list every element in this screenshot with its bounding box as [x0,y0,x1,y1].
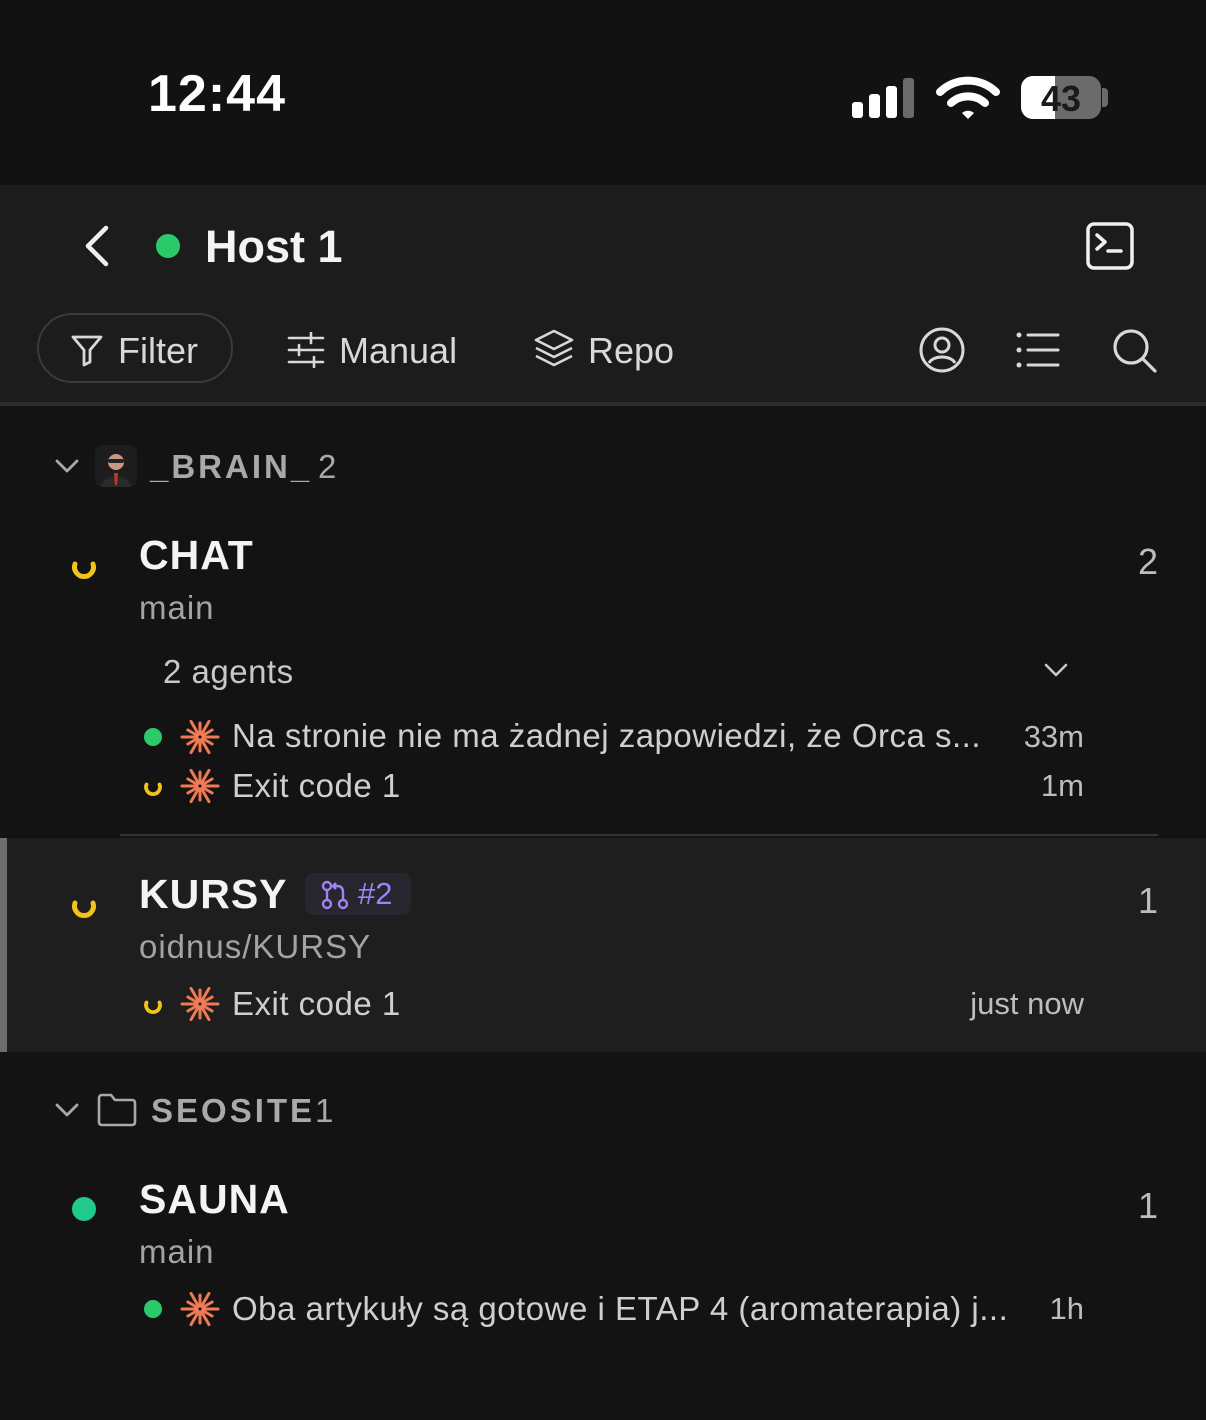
pull-request-number: #2 [358,876,393,911]
battery-indicator: 43 [1021,76,1101,119]
agent-time: 1h [1049,1291,1084,1326]
selection-indicator [0,838,7,1052]
agents-toggle-label[interactable]: 2 agents [163,653,294,691]
account-icon[interactable] [918,326,966,374]
host-status-dot [156,234,180,258]
agent-message[interactable]: Oba artykuły są gotowe i ETAP 4 (aromate… [232,1290,1008,1328]
pull-request-icon [321,880,349,910]
spinner-icon [144,1000,162,1014]
project-agent-count: 1 [1137,880,1158,921]
cellular-signal-icon [852,78,914,118]
battery-nub [1102,88,1108,107]
manual-sort-button[interactable]: Manual [339,330,457,372]
agent-status-dot [144,728,162,746]
sparkle-icon [180,768,220,804]
project-agent-count: 2 [1137,541,1158,582]
spinner-icon [144,782,162,796]
group-title: SEOSITE [151,1092,316,1129]
group-title: _BRAIN_ [150,448,313,485]
header-divider [0,402,1206,406]
agent-message[interactable]: Na stronie nie ma żadnej zapowiedzi, że … [232,717,981,755]
project-branch: main [139,589,215,626]
spinner-icon [72,900,96,918]
agent-time: just now [970,986,1084,1021]
sliders-icon[interactable] [287,332,325,368]
status-time: 12:44 [148,65,286,123]
project-branch: main [139,1233,215,1270]
project-status-dot [72,1197,96,1221]
repo-group-button[interactable]: Repo [588,330,674,372]
project-name[interactable]: KURSY [139,871,288,918]
filter-icon [71,335,103,367]
project-name[interactable]: CHAT [139,532,254,579]
terminal-icon[interactable] [1086,222,1134,270]
folder-icon [97,1093,137,1127]
agent-time: 1m [1040,768,1084,803]
sparkle-icon [180,719,220,755]
wifi-icon [936,76,1000,119]
back-chevron-icon[interactable] [82,225,112,267]
group-count: 2 [318,448,337,485]
sparkle-icon [180,986,220,1022]
chevron-down-icon[interactable] [55,458,79,474]
filter-label: Filter [118,330,198,371]
agent-time: 33m [1023,719,1084,754]
chevron-down-icon[interactable] [1044,662,1068,678]
spinner-icon [72,561,96,579]
search-icon[interactable] [1112,328,1158,374]
project-name[interactable]: SAUNA [139,1176,290,1223]
project-branch: oidnus/KURSY [139,928,372,965]
page-title: Host 1 [205,221,343,272]
chevron-down-icon[interactable] [55,1102,79,1118]
layers-icon[interactable] [533,328,575,370]
avatar [95,445,137,487]
agent-message[interactable]: Exit code 1 [232,985,401,1023]
project-agent-count: 1 [1137,1185,1158,1226]
sparkle-icon [180,1291,220,1327]
battery-percent: 43 [1040,78,1082,119]
agent-status-dot [144,1300,162,1318]
agent-message[interactable]: Exit code 1 [232,767,401,805]
list-icon[interactable] [1016,330,1060,370]
group-count: 1 [315,1092,334,1129]
divider [120,834,1158,836]
